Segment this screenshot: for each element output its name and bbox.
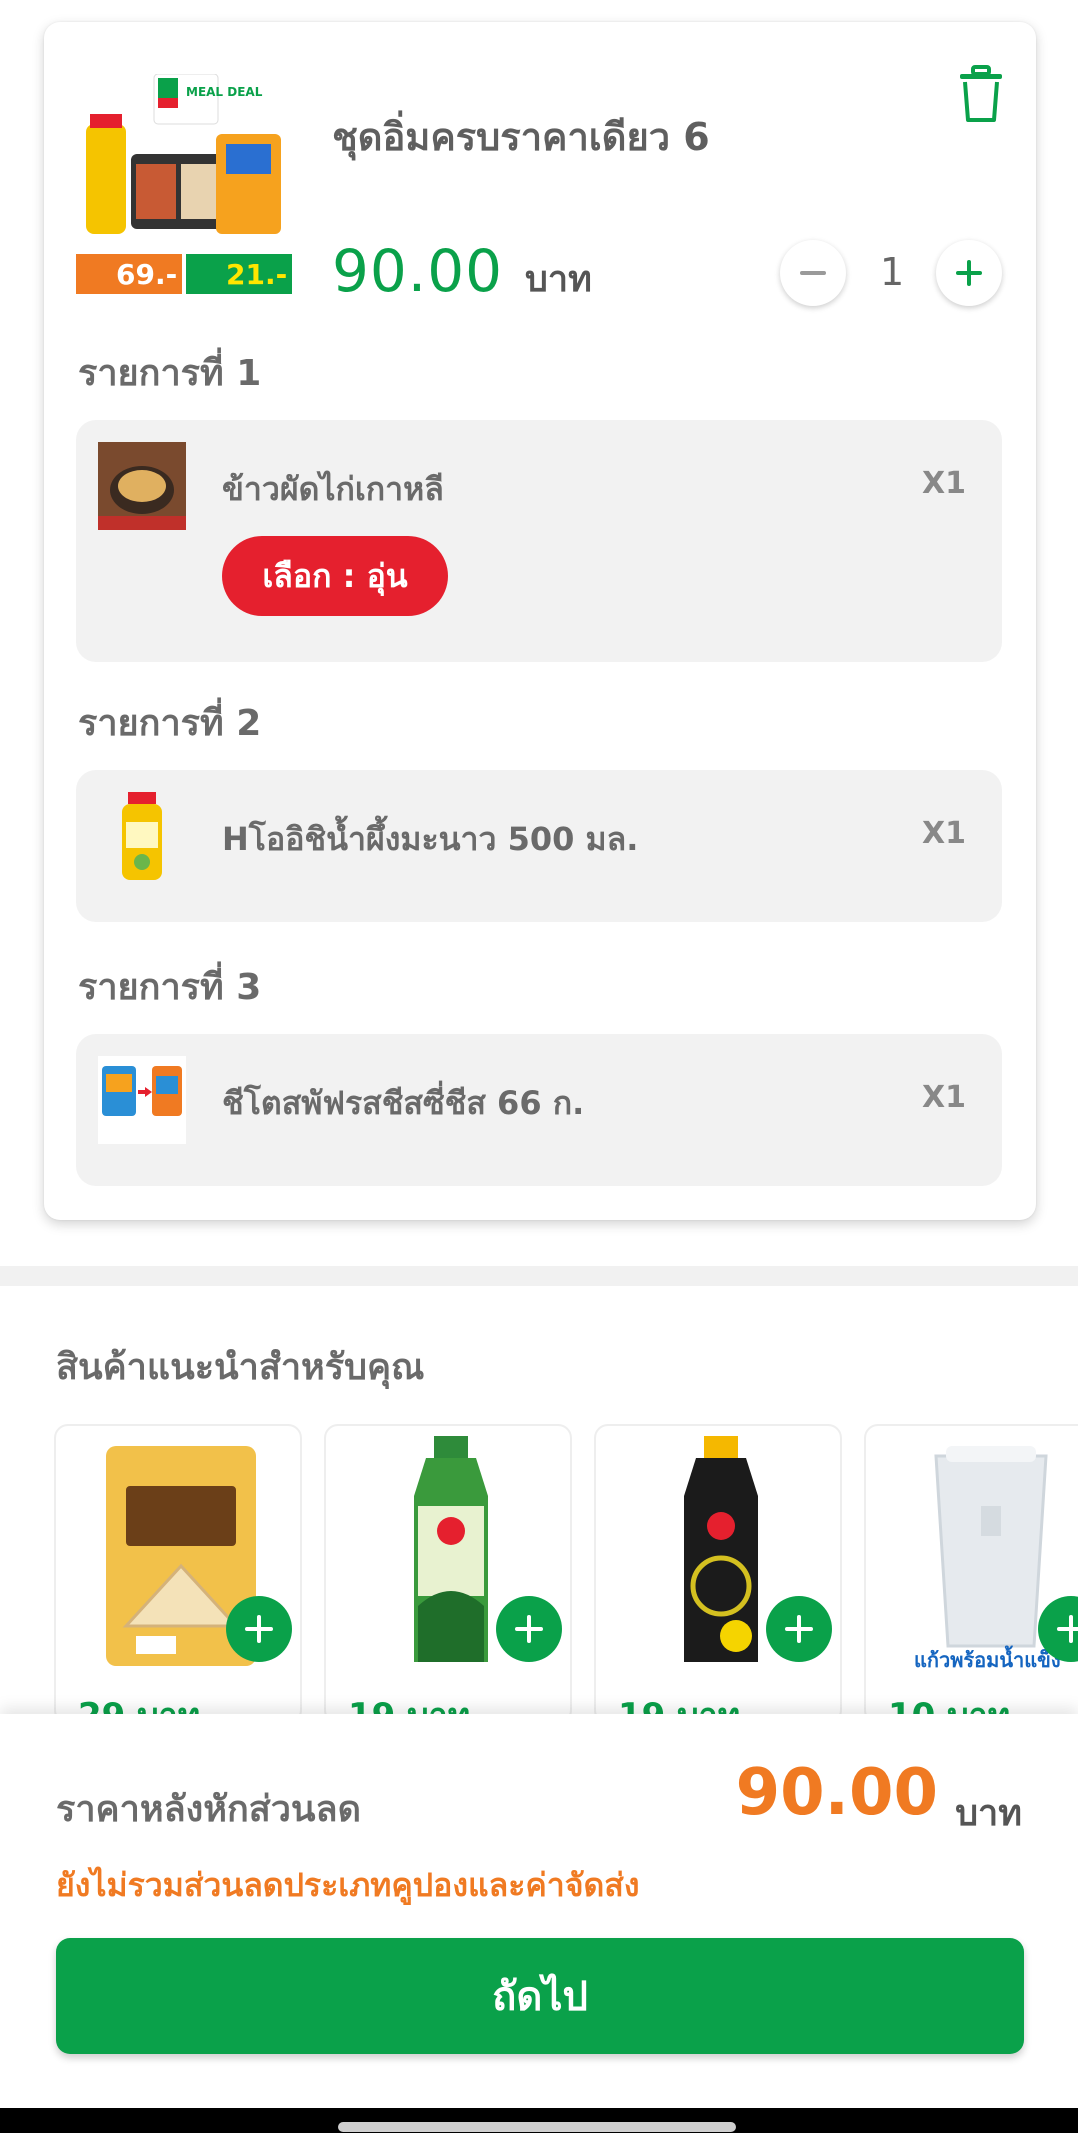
plus-icon [515, 1615, 543, 1643]
plus-icon [1057, 1615, 1078, 1643]
section-1-item-name: ข้าวผัดไก่เกาหลี [222, 470, 444, 508]
minus-icon [800, 271, 826, 275]
add-to-cart-button[interactable] [226, 1596, 292, 1662]
section-3-item-name: ชีโตสพัฟรสชีสซี่ชีส 66 ก. [222, 1084, 585, 1122]
recommend-title: สินค้าแนะนำสำหรับคุณ [56, 1347, 425, 1388]
section-3-item-qty: X1 [921, 1080, 966, 1115]
recommend-item-4[interactable]: แก้วพร้อมน้ำแข็ง 10 บาท [864, 1424, 1078, 1724]
product-title: ชุดอิ่มครบราคาเดียว 6 [332, 115, 710, 159]
plus-icon [245, 1615, 273, 1643]
next-button[interactable]: ถัดไป [56, 1938, 1024, 2054]
section-1-item-qty: X1 [921, 466, 966, 501]
meal-deal-product-image: MEAL DEAL 69.- 21.- [76, 73, 296, 319]
ice-cup-caption: แก้วพร้อมน้ำแข็ง [914, 1648, 1061, 1672]
total-unit: บาท [955, 1793, 1022, 1834]
promo-badge-right: 21.- [226, 258, 287, 291]
section-3-label: รายการที่ 3 [78, 967, 262, 1008]
meal-deal-brand: MEAL DEAL [186, 85, 263, 99]
product-price-unit: บาท [525, 259, 592, 300]
section-1-item: ข้าวผัดไก่เกาหลี X1 เลือก : อุ่น [76, 420, 1002, 662]
total-label: ราคาหลังหักส่วนลด [56, 1789, 361, 1830]
promo-badge-left: 69.- [116, 258, 177, 291]
home-gesture-handle[interactable] [338, 2122, 736, 2132]
plus-icon [785, 1615, 813, 1643]
product-price: 90.00 [332, 237, 504, 305]
recommend-item-1[interactable]: 29 บาท [54, 1424, 302, 1724]
cheetos-snack-thumbnail [98, 1056, 186, 1144]
total-value: 90.00 [735, 1756, 938, 1830]
increase-quantity-button[interactable] [936, 240, 1002, 306]
recommend-item-3[interactable]: 19 บาท [594, 1424, 842, 1724]
decrease-quantity-button[interactable] [780, 240, 846, 306]
quantity-value: 1 [880, 250, 905, 294]
section-divider [0, 1266, 1078, 1286]
section-2-item-name: Hโออิชิน้ำผึ้งมะนาว 500 มล. [222, 820, 639, 858]
plus-icon [956, 260, 982, 286]
trash-icon[interactable] [956, 64, 1006, 124]
heat-option-button[interactable]: เลือก : อุ่น [222, 536, 448, 616]
checkout-footer: ราคาหลังหักส่วนลด 90.00 บาท ยังไม่รวมส่ว… [0, 1714, 1078, 2108]
section-2-item: Hโออิชิน้ำผึ้งมะนาว 500 มล. X1 [76, 770, 1002, 922]
system-navigation-bar [0, 2108, 1078, 2133]
price-row: 90.00 บาท [332, 237, 592, 307]
section-1-label: รายการที่ 1 [78, 353, 262, 394]
section-3-item: ชีโตสพัฟรสชีสซี่ชีส 66 ก. X1 [76, 1034, 1002, 1186]
cart-item-card: MEAL DEAL 69.- 21.- ชุดอิ่มครบราคาเดียว … [44, 22, 1036, 1220]
korean-fried-rice-thumbnail [98, 442, 186, 530]
discount-note: ยังไม่รวมส่วนลดประเภทคูปองและค่าจัดส่ง [56, 1866, 640, 1904]
add-to-cart-button[interactable] [766, 1596, 832, 1662]
section-2-item-qty: X1 [921, 816, 966, 851]
add-to-cart-button[interactable] [496, 1596, 562, 1662]
recommend-item-2[interactable]: 19 บาท [324, 1424, 572, 1724]
section-2-label: รายการที่ 2 [78, 703, 262, 744]
honey-lemon-tea-thumbnail [98, 792, 186, 880]
